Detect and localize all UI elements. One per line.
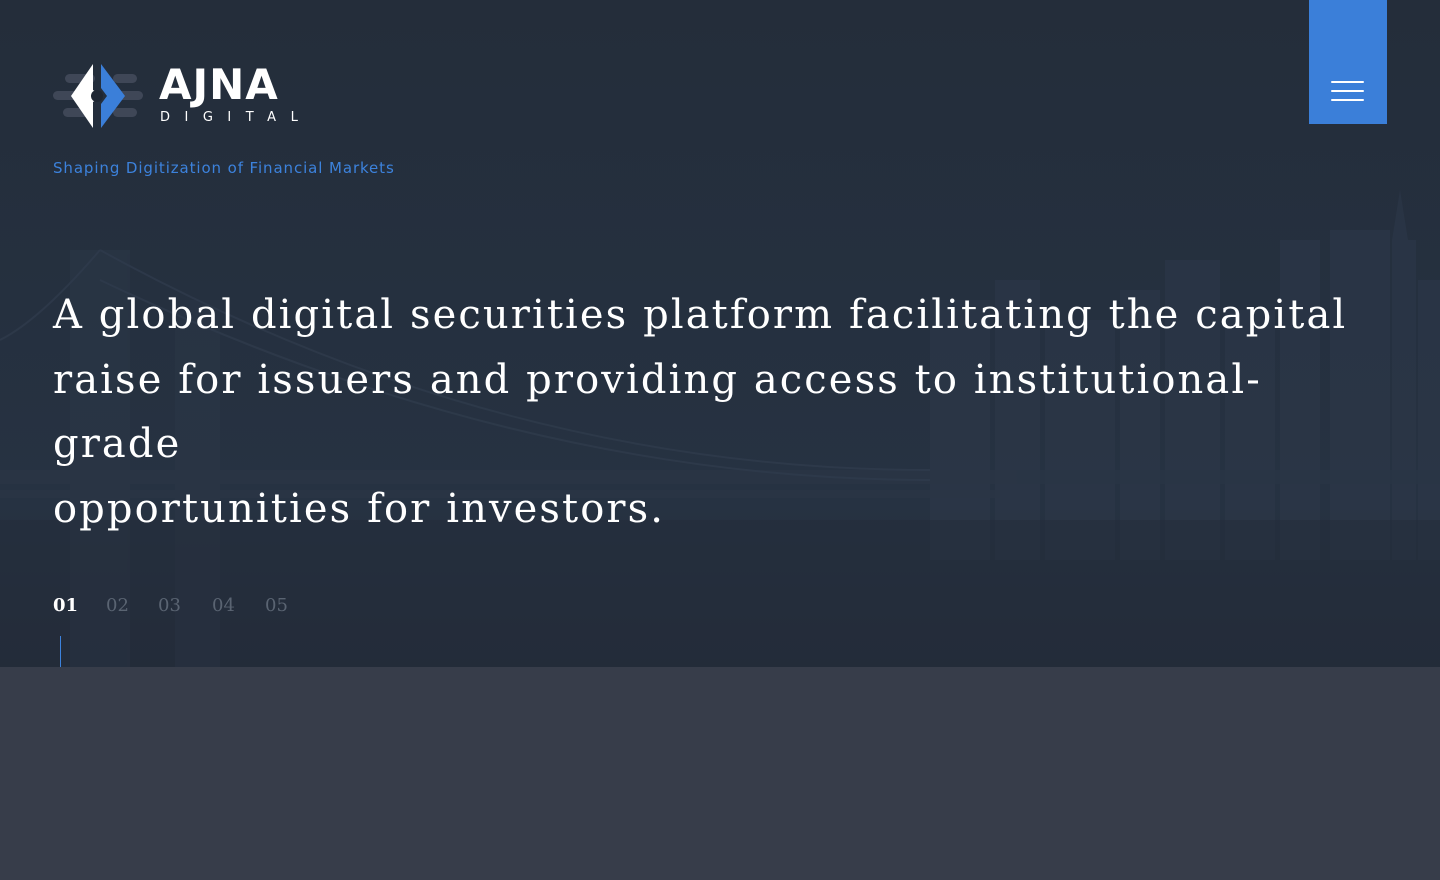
menu-line-middle [1331,90,1364,92]
slide-indicator-02[interactable]: 02 [106,594,129,618]
hero-section: AJNA DIGITAL Shaping Digitization of Fin… [0,0,1440,667]
hero-headline: A global digital securities platform fac… [53,283,1383,541]
headline-line: raise for issuers and providing access t… [53,356,1262,468]
brand-sub: DIGITAL [160,110,313,125]
logo-mark-icon [53,64,143,128]
slide-indicator-03[interactable]: 03 [158,594,181,618]
menu-line-top [1331,81,1364,83]
headline-line: opportunities for investors. [53,485,666,532]
slide-progress-line [60,636,61,667]
brand-logo[interactable]: AJNA DIGITAL [53,60,303,132]
page: AJNA DIGITAL Shaping Digitization of Fin… [0,0,1440,880]
slide-indicator-01[interactable]: 01 [53,594,78,618]
menu-line-bottom [1331,99,1364,101]
tagline: Shaping Digitization of Financial Market… [53,159,395,177]
slide-indicator-04[interactable]: 04 [212,594,235,618]
menu-button[interactable] [1309,0,1387,124]
brand-name: AJNA [159,60,279,109]
slide-indicator-05[interactable]: 05 [265,594,288,618]
lower-section [0,667,1440,880]
headline-line: A global digital securities platform fac… [53,292,1348,338]
